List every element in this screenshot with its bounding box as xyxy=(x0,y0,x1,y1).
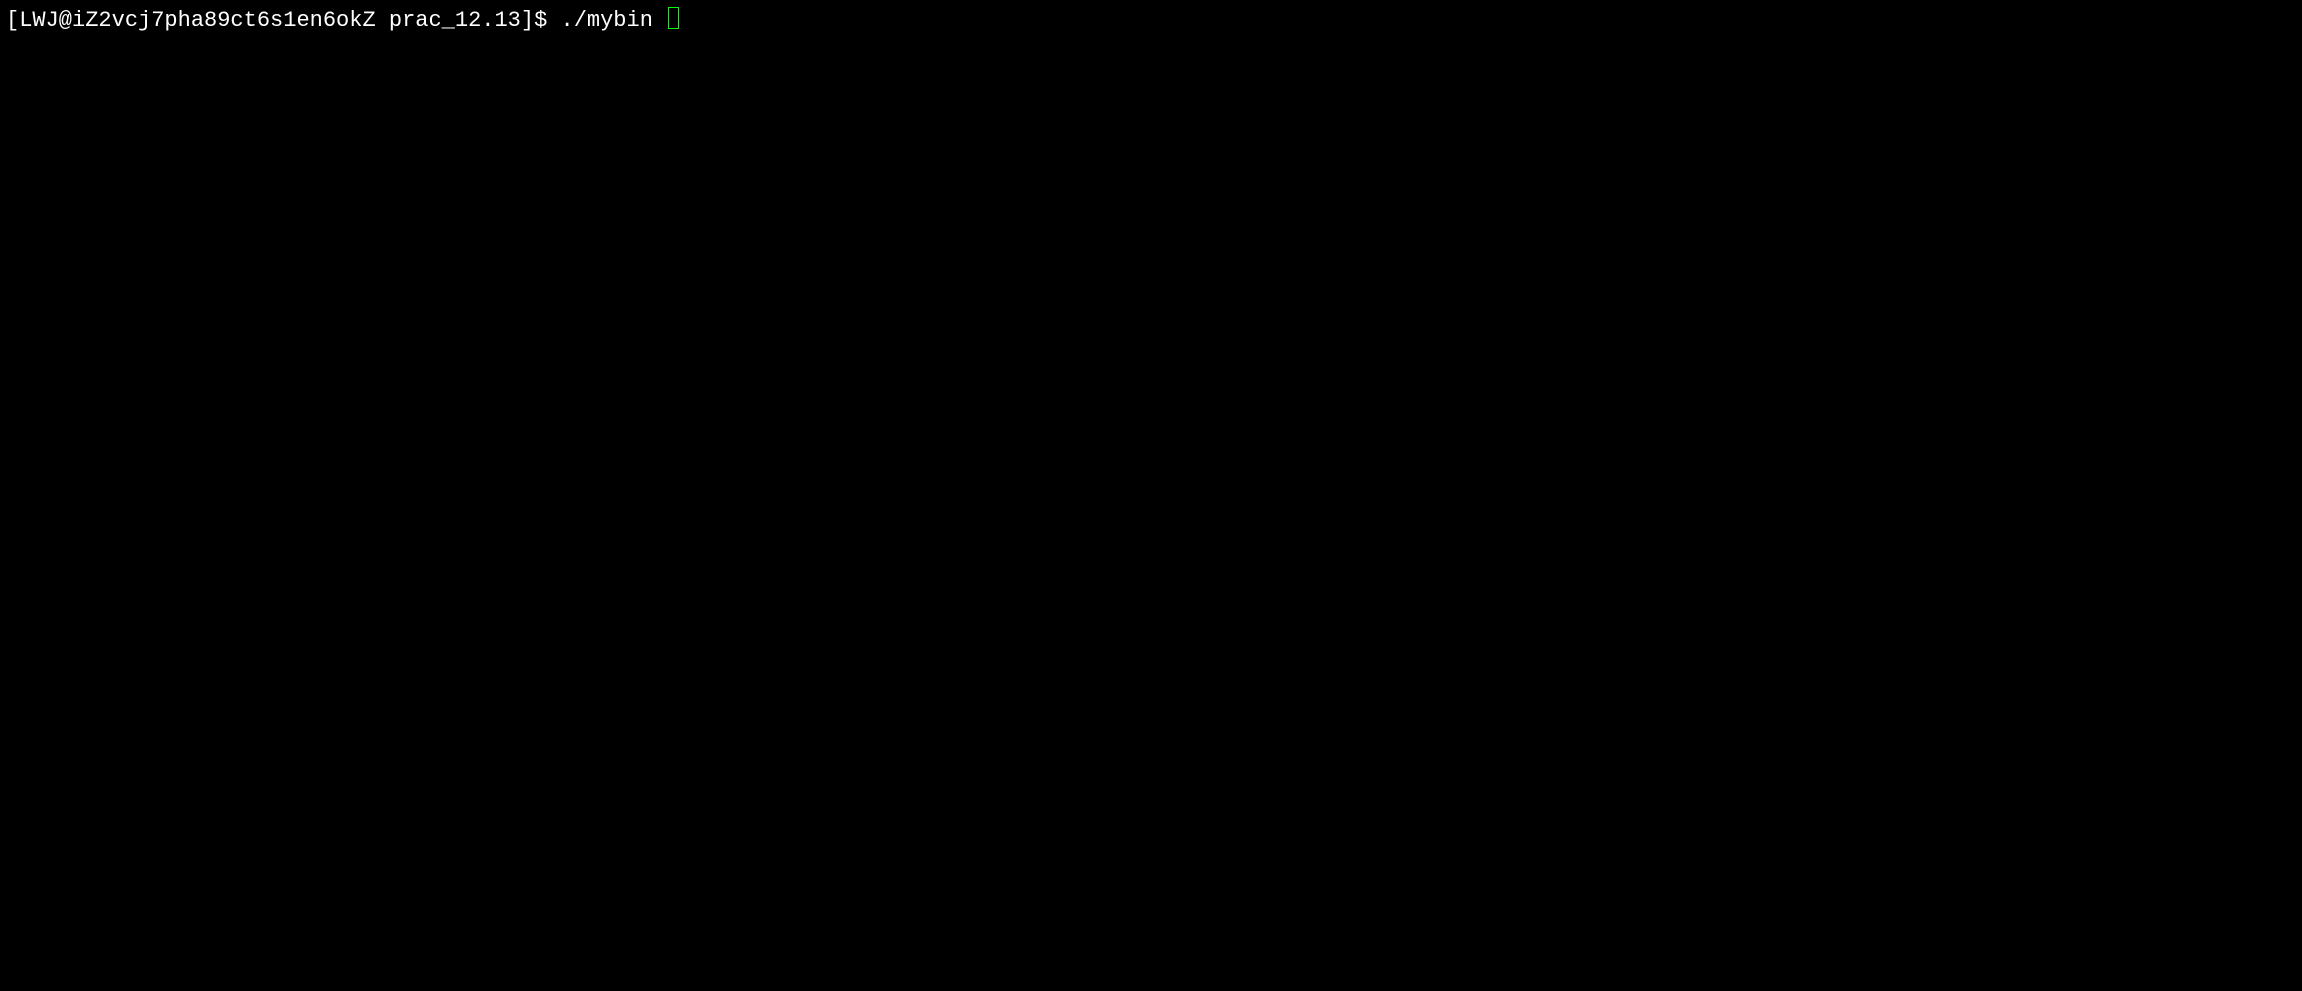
cursor-icon xyxy=(668,7,679,29)
shell-prompt: [LWJ@iZ2vcj7pha89ct6s1en6okZ prac_12.13]… xyxy=(6,7,561,36)
terminal-line[interactable]: [LWJ@iZ2vcj7pha89ct6s1en6okZ prac_12.13]… xyxy=(6,4,2296,36)
command-text: ./mybin xyxy=(561,7,667,36)
